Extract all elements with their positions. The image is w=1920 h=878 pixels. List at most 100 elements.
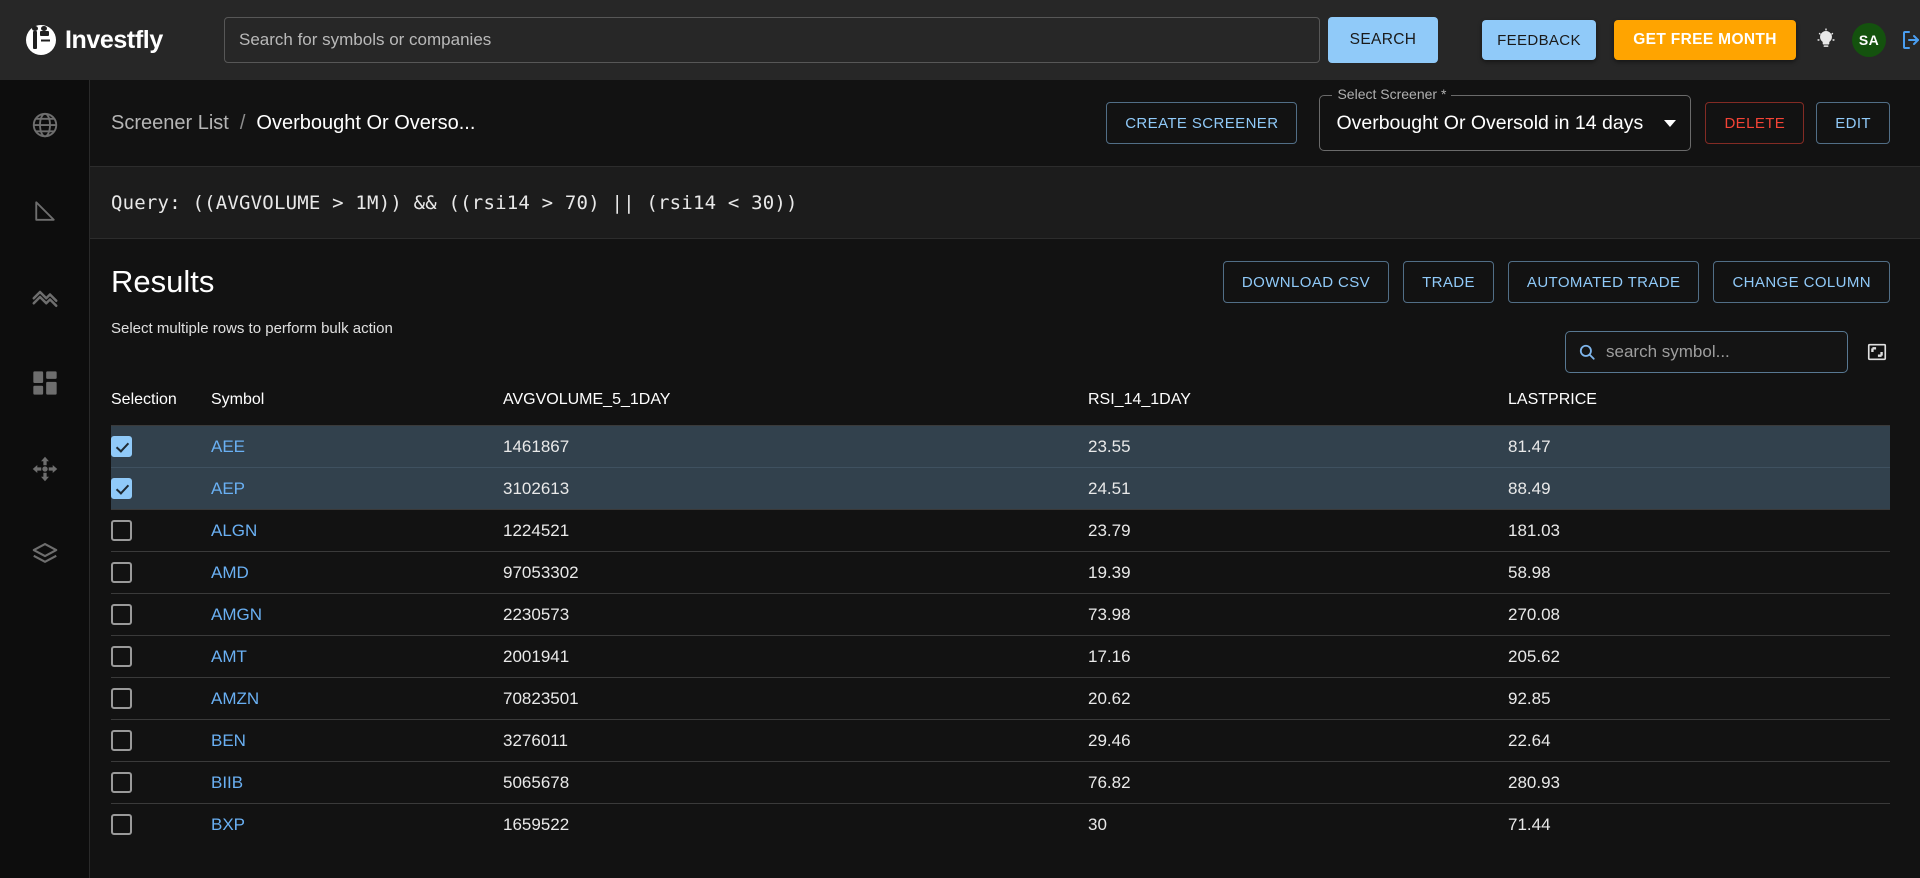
symbol-link[interactable]: AMZN — [211, 689, 259, 708]
symbol-search-field[interactable] — [1565, 331, 1848, 373]
brand-logo[interactable]: Investfly — [26, 25, 200, 55]
cell-symbol[interactable]: BIIB — [211, 761, 503, 804]
triangle-icon — [34, 201, 55, 221]
cell-symbol[interactable]: AEP — [211, 467, 503, 510]
trade-button[interactable]: TRADE — [1403, 261, 1494, 303]
row-checkbox[interactable] — [111, 436, 132, 457]
cell-avgvolume: 5065678 — [503, 761, 1088, 804]
automated-trade-button[interactable]: AUTOMATED TRADE — [1507, 261, 1700, 303]
cell-rsi: 30 — [1088, 803, 1508, 846]
row-checkbox[interactable] — [111, 688, 132, 709]
symbol-link[interactable]: ALGN — [211, 521, 257, 540]
column-header-rsi[interactable]: RSI_14_1DAY — [1088, 381, 1508, 426]
select-screener-dropdown[interactable]: Select Screener * Overbought Or Oversold… — [1319, 86, 1692, 151]
delete-button[interactable]: DELETE — [1705, 102, 1805, 144]
global-search-input[interactable] — [224, 17, 1320, 63]
table-row[interactable]: AMT 2001941 17.16 205.62 — [111, 635, 1890, 678]
row-checkbox[interactable] — [111, 646, 132, 667]
search-icon — [1579, 344, 1595, 360]
feedback-button[interactable]: FEEDBACK — [1482, 20, 1596, 60]
symbol-link[interactable]: AEP — [211, 479, 245, 498]
get-free-month-button[interactable]: GET FREE MONTH — [1614, 20, 1796, 60]
row-checkbox[interactable] — [111, 730, 132, 751]
cell-symbol[interactable]: ALGN — [211, 509, 503, 552]
row-checkbox[interactable] — [111, 814, 132, 836]
cell-rsi: 17.16 — [1088, 635, 1508, 678]
avatar[interactable]: SA — [1852, 23, 1886, 57]
fullscreen-icon[interactable] — [1864, 339, 1890, 365]
cell-avgvolume: 1224521 — [503, 509, 1088, 552]
cell-symbol[interactable]: AEE — [211, 425, 503, 468]
row-checkbox[interactable] — [111, 604, 132, 625]
table-row[interactable]: BEN 3276011 29.46 22.64 — [111, 719, 1890, 762]
symbol-link[interactable]: AEE — [211, 437, 245, 456]
sidebar-item-screener[interactable] — [22, 188, 68, 234]
cell-avgvolume: 1659522 — [503, 803, 1088, 846]
table-row[interactable]: ALGN 1224521 23.79 181.03 — [111, 509, 1890, 552]
sidebar-item-strategy[interactable] — [22, 446, 68, 492]
sidebar-item-dashboard[interactable] — [22, 360, 68, 406]
column-header-selection[interactable]: Selection — [111, 381, 211, 426]
cell-avgvolume: 3102613 — [503, 467, 1088, 510]
cell-lastprice: 205.62 — [1508, 635, 1890, 678]
breadcrumb-current: Overbought Or Overso... — [256, 111, 476, 134]
cell-rsi: 73.98 — [1088, 593, 1508, 636]
cell-symbol[interactable]: AMT — [211, 635, 503, 678]
cell-lastprice: 270.08 — [1508, 593, 1890, 636]
cell-symbol[interactable]: BEN — [211, 719, 503, 762]
sidebar-item-portfolio[interactable] — [22, 532, 68, 578]
results-action-buttons: DOWNLOAD CSV TRADE AUTOMATED TRADE CHANG… — [1222, 261, 1890, 303]
symbol-link[interactable]: BEN — [211, 731, 246, 750]
table-row[interactable]: AMGN 2230573 73.98 270.08 — [111, 593, 1890, 636]
screener-toolbar: Screener List / Overbought Or Overso... … — [90, 80, 1920, 166]
cell-symbol[interactable]: AMD — [211, 551, 503, 594]
sidebar-item-market[interactable] — [22, 102, 68, 148]
create-screener-button[interactable]: CREATE SCREENER — [1106, 102, 1298, 144]
download-csv-button[interactable]: DOWNLOAD CSV — [1222, 261, 1390, 303]
select-screener-label: Select Screener * — [1332, 86, 1452, 102]
row-selection-cell — [111, 677, 211, 720]
table-row[interactable]: AMD 97053302 19.39 58.98 — [111, 551, 1890, 594]
cell-rsi: 29.46 — [1088, 719, 1508, 762]
row-checkbox[interactable] — [111, 520, 132, 541]
global-search-wrapper — [224, 17, 1320, 63]
column-header-avgvolume[interactable]: AVGVOLUME_5_1DAY — [503, 381, 1088, 426]
row-checkbox[interactable] — [111, 562, 132, 583]
top-app-bar: Investfly SEARCH FEEDBACK GET FREE MONTH… — [0, 0, 1920, 80]
strategy-icon — [32, 456, 57, 482]
globe-icon — [32, 112, 57, 138]
cell-avgvolume: 70823501 — [503, 677, 1088, 720]
cell-lastprice: 81.47 — [1508, 425, 1890, 468]
brand-name: Investfly — [65, 25, 163, 54]
logout-icon[interactable] — [1900, 26, 1920, 54]
row-checkbox[interactable] — [111, 772, 132, 793]
table-row[interactable]: AEP 3102613 24.51 88.49 — [111, 467, 1890, 510]
cell-symbol[interactable]: BXP — [211, 803, 503, 846]
chart-lines-icon — [32, 290, 57, 307]
search-button[interactable]: SEARCH — [1328, 17, 1438, 63]
row-checkbox[interactable] — [111, 478, 132, 499]
symbol-link[interactable]: AMD — [211, 563, 249, 582]
edit-button[interactable]: EDIT — [1816, 102, 1890, 144]
lightbulb-icon[interactable] — [1814, 25, 1838, 55]
table-row[interactable]: BIIB 5065678 76.82 280.93 — [111, 761, 1890, 804]
cell-rsi: 24.51 — [1088, 467, 1508, 510]
symbol-link[interactable]: AMT — [211, 647, 247, 666]
select-screener-value: Overbought Or Oversold in 14 days — [1336, 111, 1644, 134]
column-header-lastprice[interactable]: LASTPRICE — [1508, 381, 1890, 426]
symbol-link[interactable]: AMGN — [211, 605, 262, 624]
table-row[interactable]: AMZN 70823501 20.62 92.85 — [111, 677, 1890, 720]
symbol-search-input[interactable] — [1606, 332, 1847, 372]
column-header-symbol[interactable]: Symbol — [211, 381, 503, 426]
sidebar-item-charts[interactable] — [22, 274, 68, 320]
table-row[interactable]: BXP 1659522 30 71.44 — [111, 803, 1890, 846]
cell-symbol[interactable]: AMGN — [211, 593, 503, 636]
cell-avgvolume: 3276011 — [503, 719, 1088, 762]
row-selection-cell — [111, 509, 211, 552]
symbol-link[interactable]: BIIB — [211, 773, 243, 792]
breadcrumb-screener-list[interactable]: Screener List — [111, 112, 229, 135]
symbol-link[interactable]: BXP — [211, 815, 245, 834]
table-row[interactable]: AEE 1461867 23.55 81.47 — [111, 425, 1890, 468]
cell-symbol[interactable]: AMZN — [211, 677, 503, 720]
change-column-button[interactable]: CHANGE COLUMN — [1713, 261, 1890, 303]
